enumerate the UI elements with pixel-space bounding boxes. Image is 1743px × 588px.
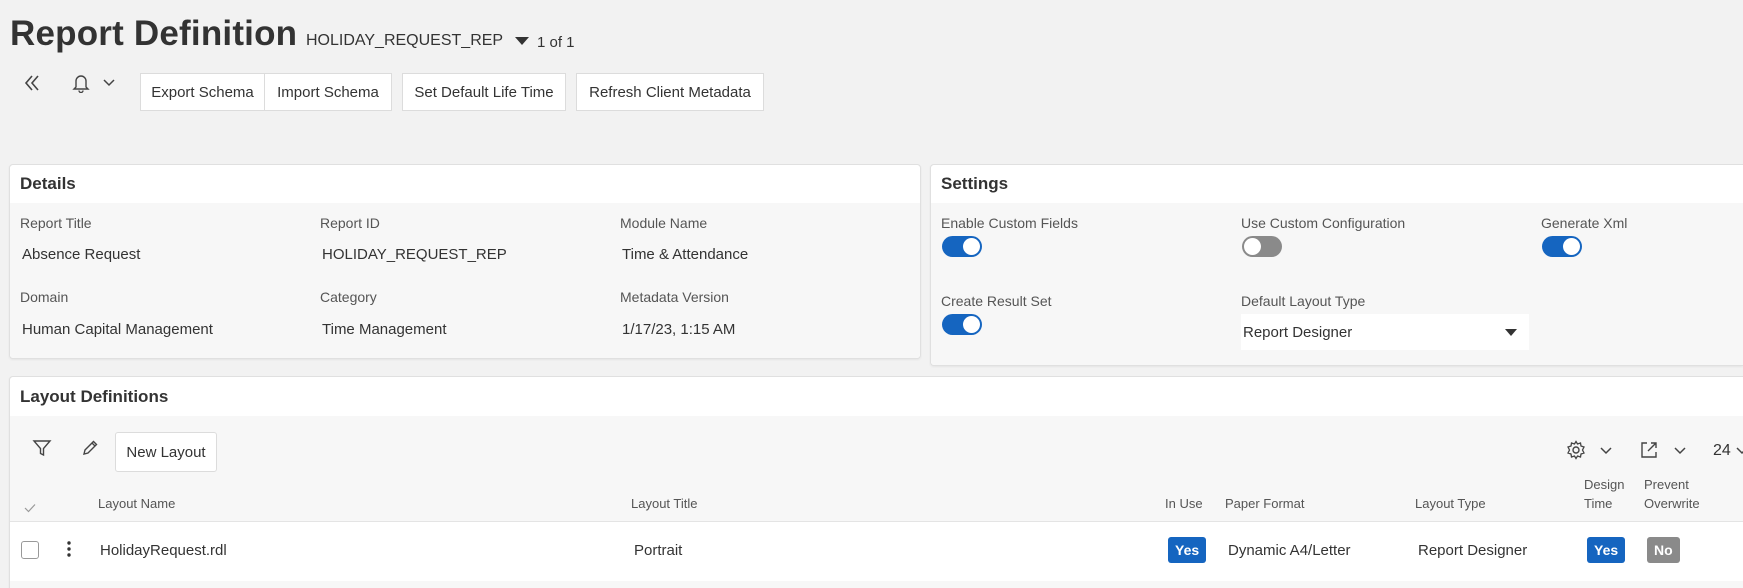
prevent-overwrite-badge: No [1647,537,1680,563]
create-result-set-label: Create Result Set [941,293,1052,309]
page-title: Report Definition [10,14,298,53]
toggle-knob [963,238,980,255]
toggle-knob [1244,238,1261,255]
filter-icon[interactable] [32,438,52,458]
more-vertical-icon[interactable] [66,540,72,558]
in-use-badge: Yes [1168,537,1207,563]
col-in-use[interactable]: In Use [1165,494,1203,513]
set-default-life-time-button[interactable]: Set Default Life Time [402,73,566,111]
record-name: HOLIDAY_REQUEST_REP [306,32,504,49]
settings-panel: Settings Enable Custom Fields Use Custom… [930,164,1743,366]
cell-layout-name[interactable]: HolidayRequest.rdl [100,542,227,559]
col-layout-title[interactable]: Layout Title [631,494,698,513]
domain-label: Domain [20,289,69,305]
settings-title: Settings [931,165,1743,203]
layout-definitions-panel: Layout Definitions New Layout 24 Layout … [9,376,1743,588]
col-prevent-overwrite[interactable]: Prevent Overwrite [1644,475,1700,513]
col-design-time[interactable]: Design Time [1584,475,1624,513]
refresh-client-metadata-button[interactable]: Refresh Client Metadata [576,73,764,111]
design-time-badge: Yes [1587,537,1626,563]
cell-layout-type: Report Designer [1418,542,1528,559]
gear-icon[interactable] [1566,440,1586,460]
record-selector[interactable]: HOLIDAY_REQUEST_REP [306,32,530,50]
new-layout-button[interactable]: New Layout [115,432,217,472]
details-title: Details [10,165,920,203]
col-layout-type[interactable]: Layout Type [1415,494,1486,513]
col-prevent-overwrite-line1: Prevent [1644,477,1689,492]
cell-layout-title: Portrait [634,542,683,559]
category-value: Time Management [322,321,447,338]
report-id-label: Report ID [320,215,380,231]
export-icon[interactable] [1639,440,1659,460]
select-all-check-icon[interactable] [24,503,36,513]
default-layout-type-label: Default Layout Type [1241,293,1366,309]
toggle-knob [963,316,980,333]
edit-pencil-icon[interactable] [81,439,99,457]
report-title-label: Report Title [20,215,92,231]
col-design-time-line1: Design [1584,477,1625,492]
chevron-down-icon[interactable] [1600,446,1612,456]
chevron-down-icon[interactable] [1736,446,1743,456]
report-id-value: HOLIDAY_REQUEST_REP [322,246,507,263]
chevron-down-icon[interactable] [515,37,530,45]
double-chevron-left-icon[interactable] [22,72,42,94]
enable-custom-fields-toggle[interactable] [942,236,982,257]
default-layout-type-value: Report Designer [1243,323,1353,341]
report-title-value: Absence Request [22,246,141,263]
toggle-knob [1563,238,1580,255]
metadata-version-value: 1/17/23, 1:15 AM [622,321,736,338]
chevron-down-icon [1505,329,1517,336]
cell-paper-format: Dynamic A4/Letter [1228,542,1351,559]
details-panel: Details Report Title Absence Request Rep… [9,164,921,359]
default-layout-type-select[interactable]: Report Designer [1241,314,1529,350]
layout-definitions-body: New Layout 24 Layout Name Layout Title I… [10,416,1743,588]
notification-bell-icon[interactable] [72,73,90,93]
generate-xml-label: Generate Xml [1541,215,1628,231]
row-checkbox[interactable] [21,541,39,559]
category-label: Category [320,289,377,305]
module-name-label: Module Name [620,215,708,231]
details-body: Report Title Absence Request Report ID H… [10,203,920,358]
create-result-set-toggle[interactable] [942,314,982,335]
use-custom-configuration-toggle[interactable] [1242,236,1282,257]
col-layout-name[interactable]: Layout Name [98,494,175,513]
chevron-down-icon[interactable] [103,78,115,88]
record-count: 1 of 1 [537,34,575,51]
import-schema-button[interactable]: Import Schema [264,73,392,111]
use-custom-configuration-label: Use Custom Configuration [1241,215,1406,231]
enable-custom-fields-label: Enable Custom Fields [941,215,1078,231]
col-design-time-line2: Time [1584,496,1613,511]
module-name-value: Time & Attendance [622,246,749,263]
generate-xml-toggle[interactable] [1542,236,1582,257]
col-prevent-overwrite-line2: Overwrite [1644,496,1700,511]
col-paper-format[interactable]: Paper Format [1225,494,1304,513]
layout-definitions-title: Layout Definitions [10,377,1743,416]
export-schema-button[interactable]: Export Schema [140,73,265,111]
page-size-select[interactable]: 24 [1713,442,1731,460]
metadata-version-label: Metadata Version [620,289,729,305]
domain-value: Human Capital Management [22,321,213,338]
table-row[interactable]: HolidayRequest.rdl Portrait Yes Dynamic … [10,521,1743,581]
settings-body: Enable Custom Fields Use Custom Configur… [931,203,1743,365]
chevron-down-icon[interactable] [1674,446,1686,456]
